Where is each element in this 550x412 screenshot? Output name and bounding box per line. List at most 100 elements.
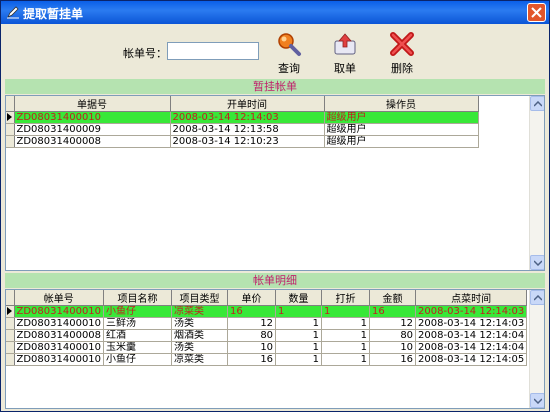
scroll-down-button[interactable] xyxy=(530,255,544,270)
query-button[interactable]: 查询 xyxy=(269,29,309,75)
column-header[interactable]: 项目类型 xyxy=(171,290,229,306)
scroll-up-button[interactable] xyxy=(530,290,544,305)
table-cell: 小鱼仔 xyxy=(103,353,173,366)
table-cell: 玉米羹 xyxy=(103,341,173,354)
dialog-window: 提取暂挂单 帐单号： 查询 取单 删除 暂挂帐单 单据号 开单时间 操作员 ZD… xyxy=(0,0,550,412)
current-row-arrow-icon xyxy=(7,307,12,315)
row-selector[interactable] xyxy=(6,353,15,366)
row-selector[interactable] xyxy=(6,317,15,330)
column-header[interactable]: 打折 xyxy=(321,290,371,306)
table-cell: 10 xyxy=(227,341,277,354)
pending-table: 单据号 开单时间 操作员 ZD08031400010 2008-03-14 12… xyxy=(6,96,479,148)
table-cell: 1 xyxy=(275,329,323,342)
table-cell: 16 xyxy=(227,353,277,366)
column-header[interactable]: 开单时间 xyxy=(170,96,325,112)
table-cell: ZD08031400008 xyxy=(14,135,171,148)
table-row[interactable]: ZD08031400010 2008-03-14 12:14:03 超级用户 xyxy=(6,111,479,124)
pending-section-header: 暂挂帐单 xyxy=(5,79,545,94)
table-cell: 红酒 xyxy=(103,329,173,342)
close-icon xyxy=(531,7,542,18)
chevron-up-icon xyxy=(534,101,542,107)
table-cell: 1 xyxy=(275,317,323,330)
details-grid[interactable]: 帐单号 项目名称 项目类型 单价 数量 打折 金额 点菜时间 ZD0803140… xyxy=(5,289,545,409)
pending-grid[interactable]: 单据号 开单时间 操作员 ZD08031400010 2008-03-14 12… xyxy=(5,95,545,271)
column-header[interactable]: 点菜时间 xyxy=(415,290,528,306)
table-cell: 超级用户 xyxy=(324,123,479,136)
chevron-down-icon xyxy=(534,260,542,266)
table-cell: 小鱼仔 xyxy=(103,305,173,318)
table-cell: 2008-03-14 12:13:58 xyxy=(170,123,325,136)
table-cell: 超级用户 xyxy=(324,111,479,124)
chevron-up-icon xyxy=(534,295,542,301)
table-cell: ZD08031400010 xyxy=(14,341,105,354)
table-row[interactable]: ZD08031400008 2008-03-14 12:10:23 超级用户 xyxy=(6,135,479,148)
row-selector[interactable] xyxy=(6,305,15,318)
table-row[interactable]: ZD08031400010 小鱼仔 凉菜类 16 1 1 16 2008-03-… xyxy=(6,353,528,366)
column-header[interactable]: 项目名称 xyxy=(103,290,173,306)
table-row[interactable]: ZD08031400010 三鲜汤 汤类 12 1 1 12 2008-03-1… xyxy=(6,317,528,330)
scroll-down-button[interactable] xyxy=(530,393,544,408)
delete-x-icon xyxy=(390,32,414,56)
table-cell: 2008-03-14 12:14:03 xyxy=(415,317,528,330)
table-cell: 12 xyxy=(369,317,417,330)
table-cell: 16 xyxy=(369,305,417,318)
details-section-header: 帐单明细 xyxy=(5,273,545,288)
scroll-up-button[interactable] xyxy=(530,96,544,111)
table-cell: 10 xyxy=(369,341,417,354)
query-label: 查询 xyxy=(278,62,300,75)
row-selector[interactable] xyxy=(6,135,15,148)
table-cell: 三鲜汤 xyxy=(103,317,173,330)
table-cell: 80 xyxy=(227,329,277,342)
toolbar: 帐单号： 查询 取单 删除 xyxy=(5,27,545,77)
title-bar[interactable]: 提取暂挂单 xyxy=(1,1,549,24)
current-row-arrow-icon xyxy=(7,113,12,121)
table-cell: 80 xyxy=(369,329,417,342)
fetch-button[interactable]: 取单 xyxy=(325,29,365,75)
table-cell: 1 xyxy=(321,317,371,330)
table-cell: ZD08031400010 xyxy=(14,111,171,124)
table-cell: 2008-03-14 12:10:23 xyxy=(170,135,325,148)
magnifier-icon xyxy=(278,33,301,56)
column-header[interactable]: 帐单号 xyxy=(14,290,105,306)
table-cell: ZD08031400010 xyxy=(14,305,105,318)
table-row[interactable]: ZD08031400008 红酒 烟酒类 80 1 1 80 2008-03-1… xyxy=(6,329,528,342)
pen-icon xyxy=(7,6,19,19)
row-selector-header xyxy=(6,96,15,112)
table-cell: 凉菜类 xyxy=(171,305,229,318)
table-cell: ZD08031400010 xyxy=(14,317,105,330)
table-cell: 2008-03-14 12:14:05 xyxy=(415,353,528,366)
table-row[interactable]: ZD08031400010 小鱼仔 凉菜类 16 1 1 16 2008-03-… xyxy=(6,305,528,318)
row-selector[interactable] xyxy=(6,341,15,354)
account-label: 帐单号： xyxy=(123,47,167,60)
delete-button[interactable]: 删除 xyxy=(382,29,422,75)
column-header[interactable]: 单据号 xyxy=(14,96,171,112)
table-cell: 1 xyxy=(275,305,323,318)
close-button[interactable] xyxy=(527,3,546,22)
fetch-label: 取单 xyxy=(334,62,356,75)
column-header[interactable]: 操作员 xyxy=(324,96,479,112)
column-header[interactable]: 金额 xyxy=(369,290,417,306)
table-cell: 16 xyxy=(369,353,417,366)
table-cell: 2008-03-14 12:14:03 xyxy=(415,305,528,318)
table-cell: ZD08031400008 xyxy=(14,329,105,342)
account-input[interactable] xyxy=(167,42,259,60)
column-header[interactable]: 单价 xyxy=(227,290,277,306)
table-cell: ZD08031400010 xyxy=(14,353,105,366)
table-row[interactable]: ZD08031400010 玉米羹 汤类 10 1 1 10 2008-03-1… xyxy=(6,341,528,354)
table-cell: 2008-03-14 12:14:03 xyxy=(170,111,325,124)
table-cell: 16 xyxy=(227,305,277,318)
table-cell: 1 xyxy=(321,341,371,354)
row-selector[interactable] xyxy=(6,111,15,124)
details-table: 帐单号 项目名称 项目类型 单价 数量 打折 金额 点菜时间 ZD0803140… xyxy=(6,290,528,366)
details-vertical-scrollbar[interactable] xyxy=(529,290,544,408)
row-selector[interactable] xyxy=(6,329,15,342)
table-cell: 汤类 xyxy=(171,317,229,330)
pending-vertical-scrollbar[interactable] xyxy=(529,96,544,270)
table-cell: 1 xyxy=(321,353,371,366)
row-selector[interactable] xyxy=(6,123,15,136)
table-cell: 2008-03-14 12:14:04 xyxy=(415,329,528,342)
column-header[interactable]: 数量 xyxy=(275,290,323,306)
table-cell: 2008-03-14 12:14:04 xyxy=(415,341,528,354)
table-row[interactable]: ZD08031400009 2008-03-14 12:13:58 超级用户 xyxy=(6,123,479,136)
chevron-down-icon xyxy=(534,398,542,404)
